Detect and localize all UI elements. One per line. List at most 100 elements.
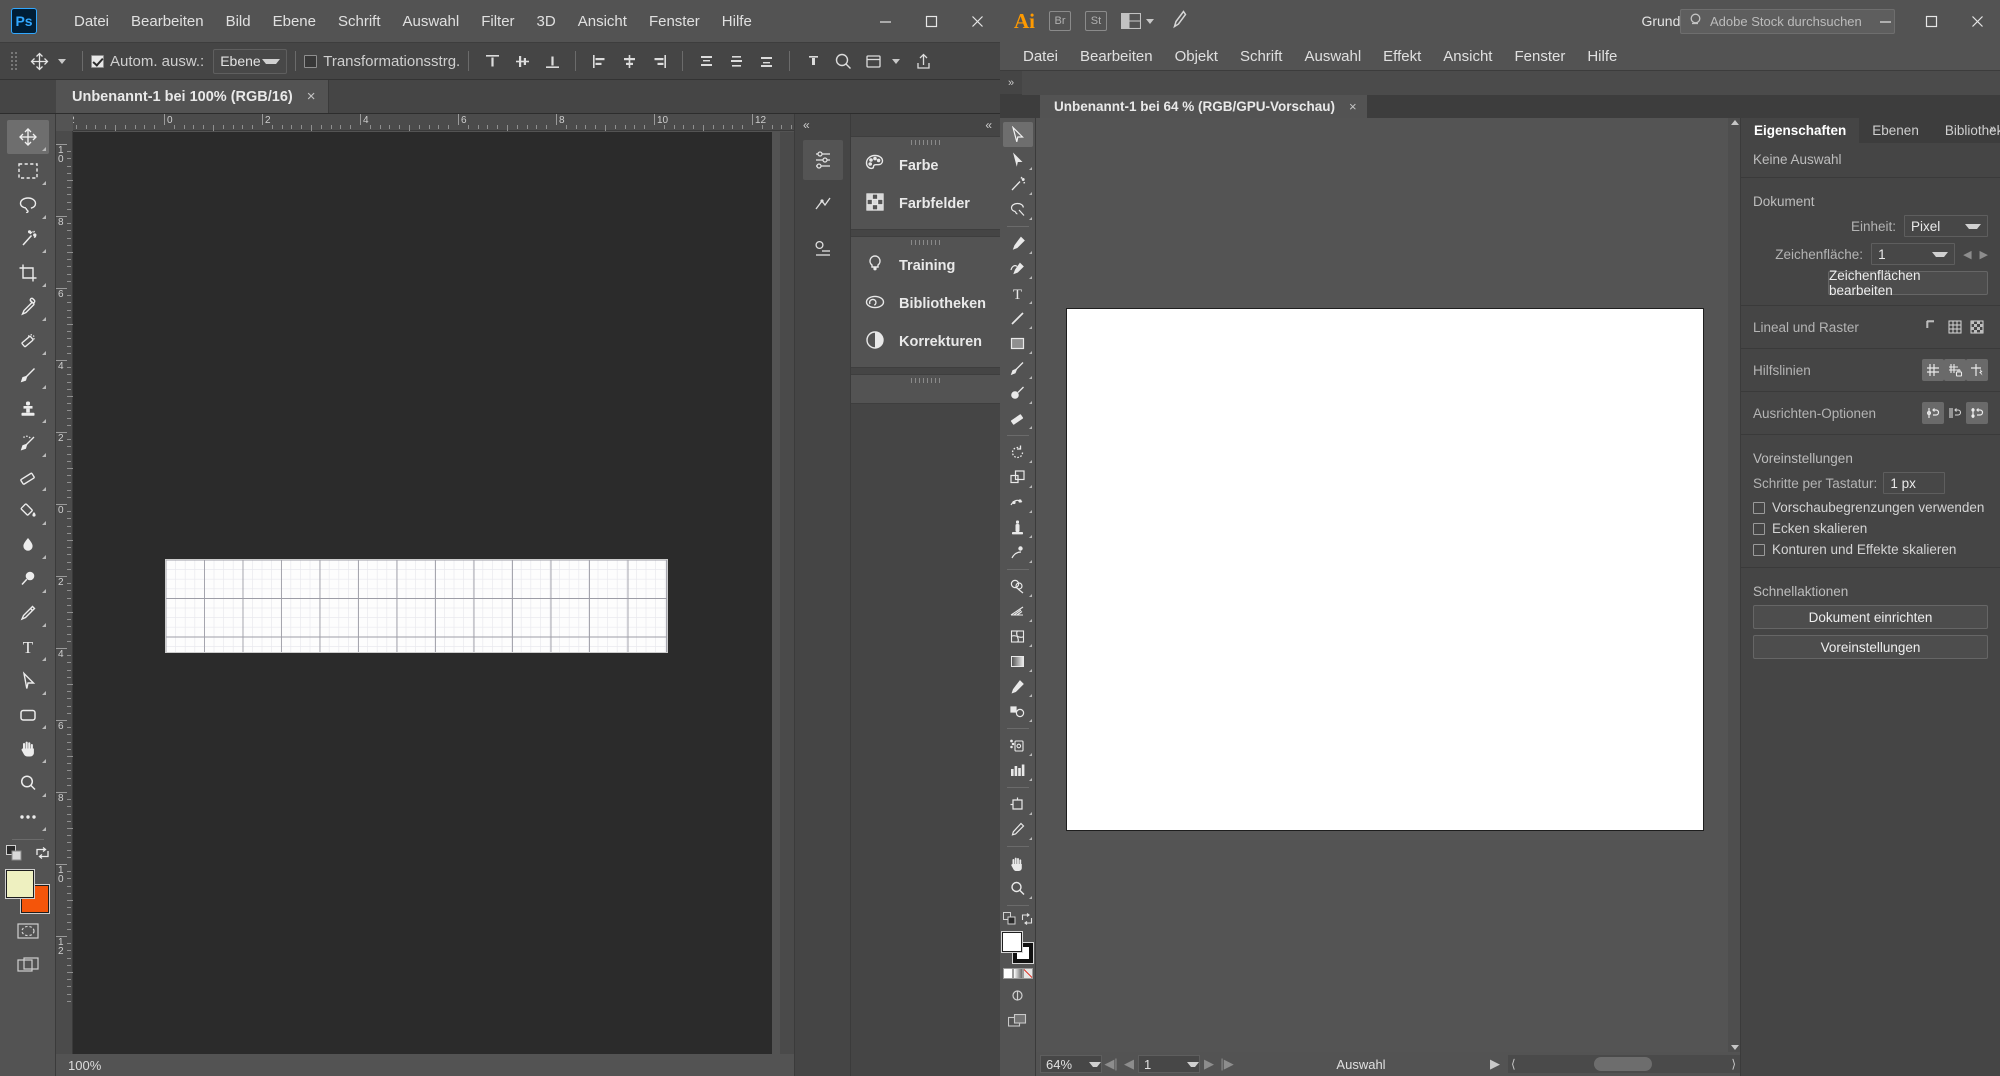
default-colors-icon[interactable] [6,845,23,866]
search-icon[interactable] [828,48,858,74]
artboard-icon[interactable] [858,48,888,74]
tool-perspective-grid-tool[interactable] [1003,599,1033,624]
tool-slice-tool[interactable] [1003,817,1033,842]
screen-mode-button[interactable] [7,948,49,982]
tool-eraser-tool[interactable] [7,460,49,494]
panel-grip[interactable] [851,237,1000,247]
minimize-button[interactable] [862,0,908,42]
menu-ebene[interactable]: Ebene [262,8,327,35]
tool-magic-wand-tool[interactable] [1003,172,1033,197]
drawing-mode-button[interactable] [1003,983,1033,1008]
tool-crop-tool[interactable] [7,256,49,290]
artboard[interactable] [1066,308,1704,831]
quick-mask-button[interactable] [7,914,49,948]
menu-filter[interactable]: Filter [470,8,525,35]
menu-datei[interactable]: Datei [1012,43,1069,70]
canvas-vertical-scrollbar[interactable] [780,132,794,1054]
status-menu-arrow-icon[interactable]: ▶ [1486,1055,1504,1073]
menu-fenster[interactable]: Fenster [638,8,711,35]
document-setup-button[interactable]: Dokument einrichten [1753,605,1988,629]
minimize-button[interactable] [1862,0,1908,42]
share-icon[interactable] [908,48,938,74]
close-button[interactable] [1954,0,2000,42]
menu-bearbeiten[interactable]: Bearbeiten [1069,43,1164,70]
checkbox-preview-bounds[interactable]: Vorschaubegrenzungen verwenden [1741,497,2000,518]
default-fill-stroke-icon[interactable] [1003,912,1016,929]
tool-zoom-tool[interactable] [7,766,49,800]
tool-healing-brush-tool[interactable] [7,324,49,358]
tool-selection-tool[interactable] [1003,122,1033,147]
panel-collapse-icon[interactable]: « [851,114,1000,136]
smart-guides-icon[interactable] [1966,359,1988,381]
menu-schrift[interactable]: Schrift [327,8,392,35]
menu-objekt[interactable]: Objekt [1164,43,1229,70]
tool-magic-wand-tool[interactable] [7,222,49,256]
auto-select-scope-select[interactable]: Ebene [213,49,287,74]
document-tab[interactable]: Unbenannt-1 bei 100% (RGB/16) × [56,80,329,113]
canvas[interactable] [73,132,772,1054]
illustrator-canvas-area[interactable]: 64% ◀| ◀ 1 ▶ |▶ Auswahl ▶ ⟨ ⟩ [1036,118,1740,1076]
show-guides-icon[interactable] [1922,359,1944,381]
tool-lasso-tool[interactable] [1003,197,1033,222]
tool-pen-tool[interactable] [7,596,49,630]
tool-mesh-tool[interactable] [1003,624,1033,649]
close-icon[interactable]: × [307,88,316,105]
checkbox-scale-strokes-effects[interactable]: Konturen und Effekte skalieren [1741,539,2000,560]
menu-schrift[interactable]: Schrift [1229,43,1294,70]
tab-eigenschaften[interactable]: Eigenschaften [1741,118,1859,143]
dock-collapse-icon[interactable]: « [795,114,850,136]
tool-rectangle-tool[interactable] [1003,331,1033,356]
first-artboard-button[interactable]: ◀| [1102,1055,1120,1073]
tool-rectangular-marquee-tool[interactable] [7,154,49,188]
panel-grip[interactable] [851,137,1000,147]
bridge-icon[interactable]: Br [1049,11,1071,31]
zoom-level-input[interactable]: 64% [1040,1055,1102,1073]
auto-select-checkbox[interactable] [91,55,104,68]
align-top-edges-icon[interactable] [477,48,507,74]
tool-zoom-tool[interactable] [1003,876,1033,901]
menu-ansicht[interactable]: Ansicht [567,8,638,35]
artboard-number-input[interactable]: 1 [1138,1055,1200,1073]
tool-puppet-warp-tool[interactable] [1003,540,1033,565]
tool-path-selection-tool[interactable] [7,664,49,698]
show-grid-icon[interactable] [1944,316,1966,338]
move-tool-icon[interactable] [24,48,54,74]
tool-preset-chevron-down-icon[interactable] [58,59,66,64]
tool-direct-selection-tool[interactable] [1003,147,1033,172]
canvas-image[interactable] [166,560,667,652]
tools-brush-icon[interactable] [1170,9,1188,33]
tool-width-tool[interactable] [1003,490,1033,515]
maximize-button[interactable] [1908,0,1954,42]
maximize-button[interactable] [908,0,954,42]
tool-free-transform-tool[interactable] [1003,515,1033,540]
tool-symbol-sprayer-tool[interactable] [1003,733,1033,758]
tool-rectangle-tool[interactable] [7,698,49,732]
align-vertical-centers-icon[interactable] [507,48,537,74]
history-panel-icon[interactable] [803,140,843,180]
styles-panel-icon[interactable] [803,228,843,268]
options-bar-grip[interactable] [10,49,18,73]
snap-to-point-icon[interactable] [1922,402,1944,424]
next-artboard-button[interactable]: ▶ [1200,1055,1218,1073]
tool-edit-toolbar-tool[interactable] [7,800,49,834]
panel-item-training[interactable]: Training [851,247,1000,285]
menu-auswahl[interactable]: Auswahl [1293,43,1372,70]
checkbox[interactable] [1753,523,1765,535]
last-artboard-button[interactable]: |▶ [1218,1055,1236,1073]
panel-grip[interactable] [851,375,1000,385]
stock-icon[interactable]: St [1085,11,1107,31]
tool-line-segment-tool[interactable] [1003,306,1033,331]
keyboard-increment-input[interactable]: 1 px [1883,472,1945,494]
lock-guides-icon[interactable] [1944,359,1966,381]
edit-artboards-button[interactable]: Zeichenflächen bearbeiten [1828,271,1988,295]
tool-eyedropper-tool[interactable] [7,290,49,324]
snap-to-grid-icon[interactable] [1944,402,1966,424]
panel-item-farbe[interactable]: Farbe [851,147,1000,185]
scrollbar-thumb[interactable] [1594,1057,1652,1071]
menu-bild[interactable]: Bild [215,8,262,35]
next-artboard-arrow-icon[interactable]: ▶ [1980,248,1988,261]
checkbox-scale-corners[interactable]: Ecken skalieren [1741,518,2000,539]
distribute-center-icon[interactable] [721,48,751,74]
zoom-level[interactable]: 100% [68,1058,101,1073]
menu-ansicht[interactable]: Ansicht [1432,43,1503,70]
